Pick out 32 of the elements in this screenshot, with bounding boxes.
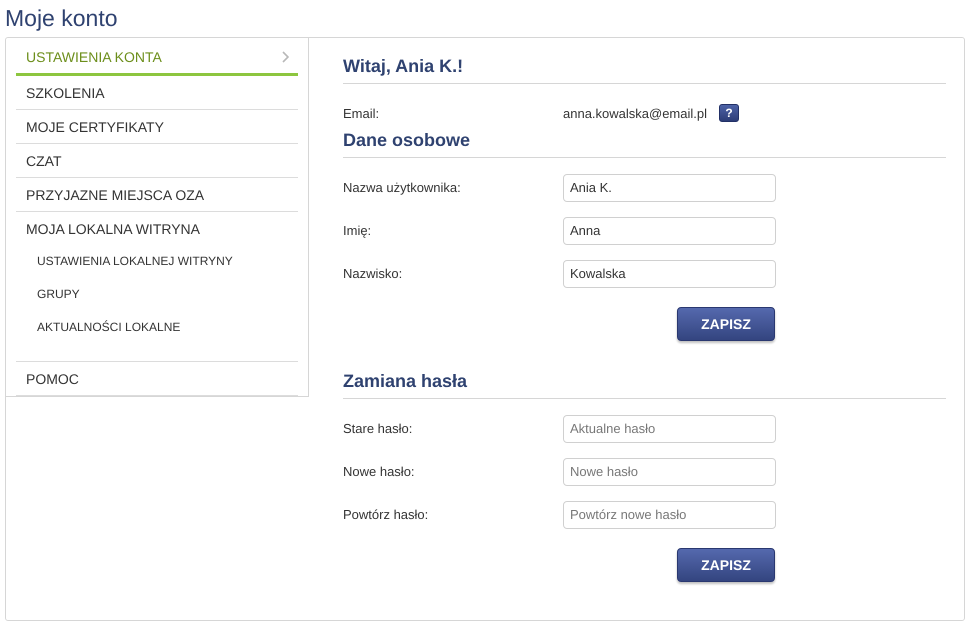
- section-heading: Witaj, Ania K.!: [343, 46, 946, 84]
- email-value: anna.kowalska@email.pl: [563, 106, 707, 120]
- sidebar-item[interactable]: MOJE CERTYFIKATY: [16, 110, 298, 144]
- section-heading: Zamiana hasła: [343, 361, 946, 399]
- page-title: Moje konto: [4, 4, 119, 33]
- field-label: Imię:: [343, 223, 372, 238]
- sidebar-item[interactable]: POMOC: [16, 362, 298, 396]
- sidebar-subitem[interactable]: USTAWIENIA LOKALNEJ WITRYNY: [16, 245, 298, 278]
- field-label: Powtórz hasło:: [343, 507, 430, 522]
- input-field[interactable]: Kowalska: [563, 260, 776, 288]
- field-label: Email:: [343, 106, 380, 120]
- field-label: Stare hasło:: [343, 421, 414, 436]
- field-label: Nowe hasło:: [343, 464, 416, 479]
- sidebar-item[interactable]: SZKOLENIA: [16, 76, 298, 110]
- input-field[interactable]: Nowe hasło: [563, 458, 776, 486]
- sidebar-item[interactable]: CZAT: [16, 144, 298, 178]
- field-label: Nazwa użytkownika:: [343, 180, 462, 195]
- section-heading: Dane osobowe: [343, 128, 946, 158]
- sidebar-item[interactable]: USTAWIENIA KONTA: [16, 41, 298, 76]
- save-button[interactable]: ZAPISZ: [677, 548, 775, 582]
- sidebar-subitem[interactable]: GRUPY: [16, 278, 298, 311]
- chevron-icon: [282, 51, 290, 63]
- input-field[interactable]: Powtórz nowe hasło: [563, 500, 776, 528]
- input-field[interactable]: Aktualne hasło: [563, 414, 776, 442]
- sidebar-subitem[interactable]: AKTUALNOŚCI LOKALNE: [16, 311, 298, 344]
- input-field[interactable]: Anna: [563, 216, 776, 244]
- sidebar-item[interactable]: MOJA LOKALNA WITRYNA: [16, 212, 298, 245]
- input-field[interactable]: Ania K.: [563, 174, 776, 202]
- save-button[interactable]: ZAPISZ: [677, 307, 775, 341]
- help-button[interactable]: ?: [719, 104, 739, 122]
- sidebar-item[interactable]: PRZYJAZNE MIEJSCA OZA: [16, 178, 298, 212]
- field-label: Nazwisko:: [343, 266, 404, 281]
